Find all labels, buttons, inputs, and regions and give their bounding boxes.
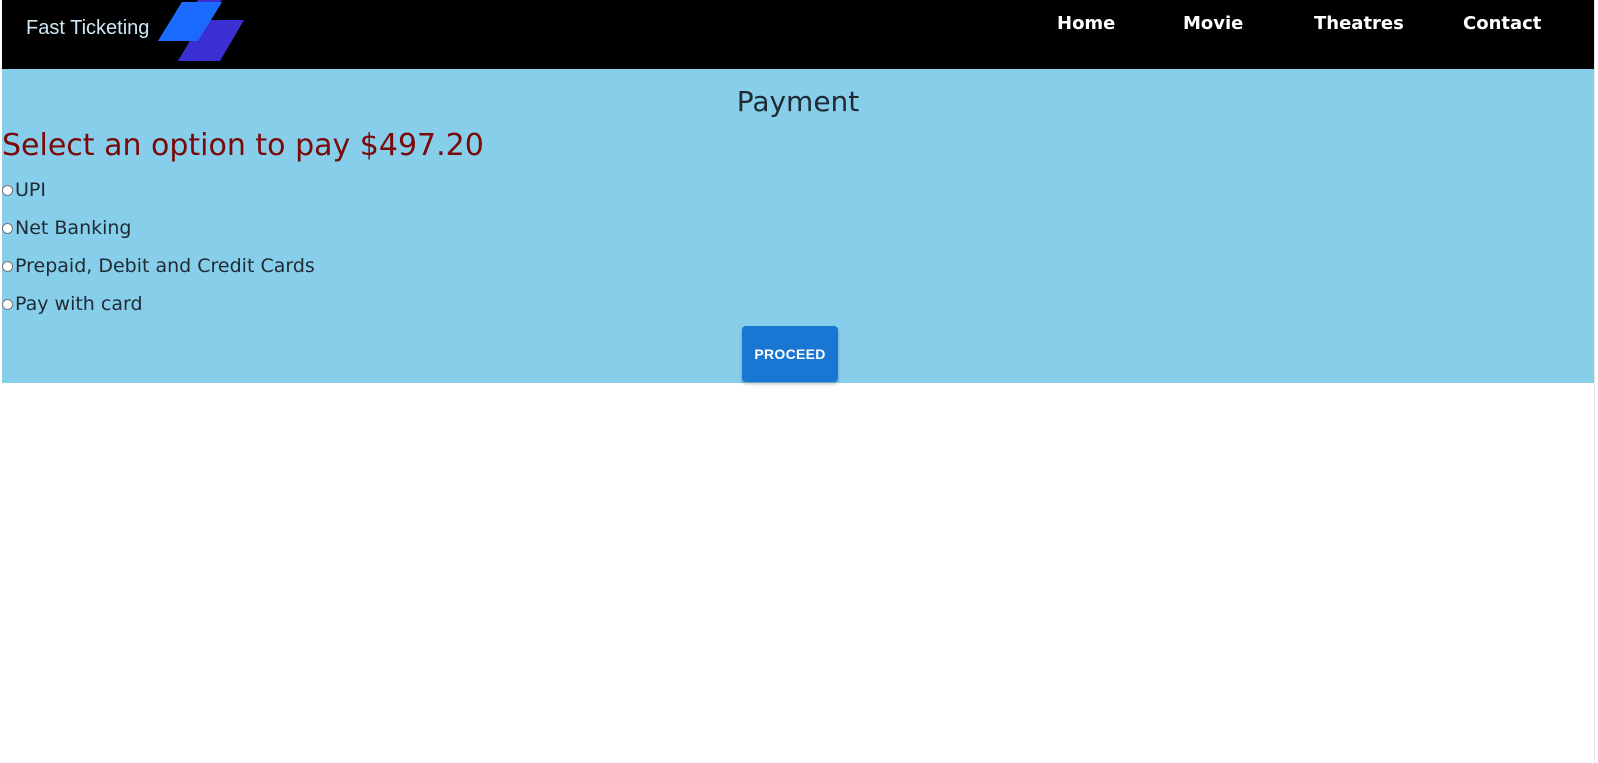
nav-contact-link[interactable]: Contact [1463, 13, 1541, 34]
nav-home-link[interactable]: Home [1057, 13, 1115, 34]
nav-theatres-link[interactable]: Theatres [1314, 13, 1404, 34]
top-navbar: Fast Ticketing Home Movie Theatres Conta… [2, 0, 1594, 69]
proceed-button[interactable]: PROCEED [742, 326, 838, 382]
nav-movie-link[interactable]: Movie [1183, 13, 1243, 34]
option-label: Prepaid, Debit and Credit Cards [15, 255, 315, 277]
net-banking-radio[interactable] [2, 222, 13, 234]
payment-option-upi[interactable]: UPI [2, 178, 46, 202]
option-label: UPI [15, 179, 46, 201]
pay-with-card-radio[interactable] [2, 298, 13, 310]
payment-option-cards[interactable]: Prepaid, Debit and Credit Cards [2, 254, 315, 278]
payment-amount-prompt: Select an option to pay $497.20 [2, 128, 484, 163]
page-title: Payment [736, 85, 860, 118]
option-label: Pay with card [15, 293, 143, 315]
page: Fast Ticketing Home Movie Theatres Conta… [2, 0, 1595, 763]
payment-option-net-banking[interactable]: Net Banking [2, 216, 132, 240]
option-label: Net Banking [15, 217, 132, 239]
payment-option-pay-with-card[interactable]: Pay with card [2, 292, 143, 316]
nav-links: Home Movie Theatres Contact [2, 13, 1594, 39]
payment-panel: Payment Select an option to pay $497.20 … [2, 69, 1594, 383]
cards-radio[interactable] [2, 260, 13, 272]
upi-radio[interactable] [2, 184, 13, 196]
